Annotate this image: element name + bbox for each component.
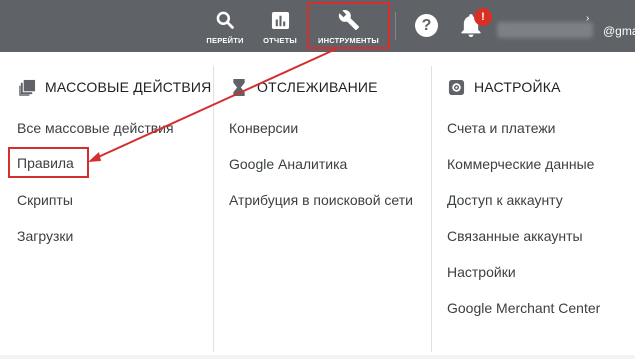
settings-icon: [447, 78, 465, 96]
rules-highlight-box: [8, 147, 89, 178]
tracking-heading: ОТСЛЕЖИВАНИЕ: [230, 78, 378, 96]
menu-item-conversions[interactable]: Конверсии: [229, 120, 298, 136]
bottom-edge: [0, 355, 635, 359]
bulk-actions-heading: МАССОВЫЕ ДЕЙСТВИЯ: [18, 78, 211, 96]
account-name-blurred: [497, 22, 593, 38]
menu-item-search-attribution[interactable]: Атрибуция в поисковой сети: [229, 192, 413, 208]
tools-highlight-box: [307, 2, 390, 49]
menu-item-account-access[interactable]: Доступ к аккаунту: [447, 192, 563, 208]
nav-go-label: ПЕРЕЙТИ: [206, 36, 244, 45]
menu-item-settings[interactable]: Настройки: [447, 264, 516, 280]
menu-item-merchant-center[interactable]: Google Merchant Center: [447, 300, 600, 316]
help-icon[interactable]: ?: [415, 14, 438, 37]
menu-item-linked-accounts[interactable]: Связанные аккаунты: [447, 228, 583, 244]
column-divider: [431, 66, 432, 352]
notification-badge: !: [474, 8, 492, 26]
bulk-actions-title: МАССОВЫЕ ДЕЙСТВИЯ: [45, 79, 212, 95]
nav-reports-button[interactable]: ОТЧЕТЫ: [258, 0, 302, 52]
bulk-actions-icon: [18, 78, 36, 96]
menu-item-uploads[interactable]: Загрузки: [17, 228, 73, 244]
menu-item-billing[interactable]: Счета и платежи: [447, 120, 556, 136]
bar-chart-icon: [269, 9, 291, 31]
nav-go-button[interactable]: ПЕРЕЙТИ: [203, 0, 247, 52]
setup-title: НАСТРОЙКА: [474, 79, 561, 95]
account-chevron-icon: ›: [586, 13, 590, 24]
hourglass-icon: [230, 78, 248, 96]
tracking-title: ОТСЛЕЖИВАНИЕ: [257, 79, 378, 95]
column-divider: [213, 66, 214, 352]
menu-item-scripts[interactable]: Скрипты: [17, 192, 73, 208]
menu-item-business-data[interactable]: Коммерческие данные: [447, 156, 594, 172]
menu-item-google-analytics[interactable]: Google Аналитика: [229, 156, 347, 172]
menu-item-all-bulk-actions[interactable]: Все массовые действия: [17, 120, 174, 136]
nav-reports-label: ОТЧЕТЫ: [263, 36, 297, 45]
setup-heading: НАСТРОЙКА: [447, 78, 561, 96]
topbar-divider: [395, 12, 396, 40]
search-icon: [214, 9, 236, 31]
account-email[interactable]: @gma: [603, 24, 635, 38]
